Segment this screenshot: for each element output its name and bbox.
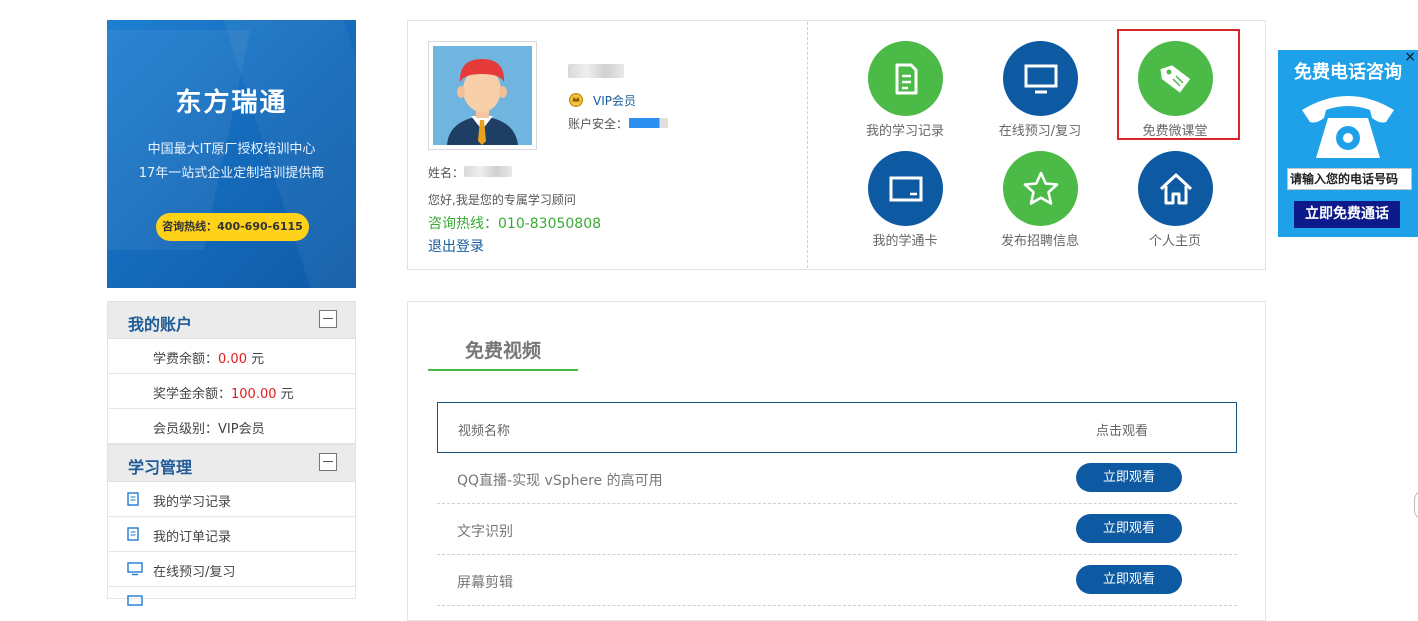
quick-icon-circle [1002,41,1078,116]
row-label: 学费余额： [153,352,219,367]
row-value: 100.00 [231,387,277,402]
profile-divider [807,22,808,268]
row-unit: 元 [276,387,294,402]
logout-link[interactable]: 退出登录 [428,236,484,256]
document-icon [895,63,917,95]
sidebar-item-next[interactable] [107,587,356,606]
quick-label: 个人主页 [1148,234,1201,249]
security-level-bar [629,118,668,128]
sidebar-section-account[interactable]: 我的账户 [107,301,356,339]
quick-label: 我的学通卡 [872,234,938,249]
video-title: 文字识别 [457,524,513,540]
quick-personal-home[interactable]: 个人主页 [1115,151,1235,249]
username-blurred [568,64,624,78]
quick-study-records[interactable]: 我的学习记录 [845,41,965,139]
banner-hotline: 咨询热线：400-690-6115 [156,213,309,241]
table-row: 屏幕剪辑 立即观看 [437,555,1237,606]
highlight-box [1117,29,1240,140]
table-row: QQ直播-实现 vSphere 的高可用 立即观看 [437,453,1237,504]
free-call-button[interactable]: 立即免费通话 [1294,201,1400,228]
video-title: 屏幕剪辑 [457,575,513,591]
advisor-hotline: 咨询热线：010-83050808 [428,216,602,232]
banner-title: 东方瑞通 [175,88,288,118]
sidebar-item-study-records[interactable]: 我的学习记录 [107,482,356,517]
video-title: QQ直播-实现 vSphere 的高可用 [457,473,663,489]
watch-now-button[interactable]: 立即观看 [1076,514,1182,543]
quick-label: 发布招聘信息 [1000,234,1079,249]
quick-icon-circle [867,41,943,116]
monitor-icon [1024,64,1057,94]
quick-label: 我的学习记录 [865,124,944,139]
sidebar-section-study[interactable]: 学习管理 [107,444,356,482]
tablet-icon [127,595,143,606]
phone-number-input[interactable]: 请输入您的电话号码 [1287,168,1412,190]
user-avatar-icon [447,59,518,145]
collapse-toggle-icon[interactable] [319,453,337,471]
row-value: 0.00 [218,352,247,367]
scroll-to-top-button[interactable] [1414,490,1418,520]
quick-icon-circle [1137,151,1213,226]
table-row: 文字识别 立即观看 [437,504,1237,555]
account-security-label: 账户安全： [568,117,629,131]
promo-banner[interactable]: 东方瑞通 中国最大IT原厂授权培训中心 17年一站式企业定制培训提供商 咨询热线… [107,20,356,288]
sidebar-item-label: 我的学习记录 [153,495,232,510]
phone-widget-title: 免费电话咨询 [1294,62,1402,83]
name-label: 姓名： [428,166,465,180]
quick-icon-circle [1002,151,1078,226]
tablet-icon [889,176,922,202]
row-label: 会员级别：VIP会员 [153,422,265,437]
star-icon [1023,171,1058,205]
column-header-name: 视频名称 [458,424,511,439]
vip-badge-icon [569,93,583,107]
avatar[interactable] [428,41,537,150]
sidebar-section-title: 学习管理 [128,458,193,477]
sidebar-item-label: 我的订单记录 [153,530,232,545]
account-tuition-balance: 学费余额：0.00 元 [107,339,356,374]
quick-study-card[interactable]: 我的学通卡 [845,151,965,249]
video-table-header: 视频名称 点击观看 [437,402,1237,453]
row-label: 奖学金余额： [153,387,232,402]
column-header-watch: 点击观看 [1096,424,1149,439]
row-unit: 元 [246,352,265,367]
quick-icon-circle [867,151,943,226]
sidebar-item-label: 在线预习/复习 [153,565,236,580]
quick-post-job[interactable]: 发布招聘信息 [980,151,1100,249]
document-icon [127,527,139,541]
collapse-toggle-icon[interactable] [319,310,337,328]
account-member-level: 会员级别：VIP会员 [107,409,356,444]
sidebar-item-order-records[interactable]: 我的订单记录 [107,517,356,552]
vip-label: VIP会员 [593,94,636,108]
sidebar-item-online-review[interactable]: 在线预习/复习 [107,552,356,587]
advisor-greeting: 您好,我是您的专属学习顾问 [428,193,576,207]
banner-line-2: 17年一站式企业定制培训提供商 [138,166,325,181]
sidebar-section-title: 我的账户 [128,315,193,334]
tab-active-underline [428,369,578,371]
home-icon [1159,173,1192,205]
quick-label: 在线预习/复习 [998,124,1082,139]
telephone-icon [1302,96,1394,158]
monitor-icon [127,562,143,576]
quick-online-review[interactable]: 在线预习/复习 [980,41,1100,139]
watch-now-button[interactable]: 立即观看 [1076,565,1182,594]
free-phone-widget: 免费电话咨询 × 请输入您的电话号码 立即免费通话 [1278,50,1418,237]
document-icon [127,492,139,506]
banner-line-1: 中国最大IT原厂授权培训中心 [147,142,316,157]
watch-now-button[interactable]: 立即观看 [1076,463,1182,492]
account-scholarship-balance: 奖学金余额：100.00 元 [107,374,356,409]
tab-free-videos[interactable]: 免费视频 [428,336,578,363]
close-icon[interactable]: × [1404,50,1416,64]
name-blurred [464,166,512,177]
